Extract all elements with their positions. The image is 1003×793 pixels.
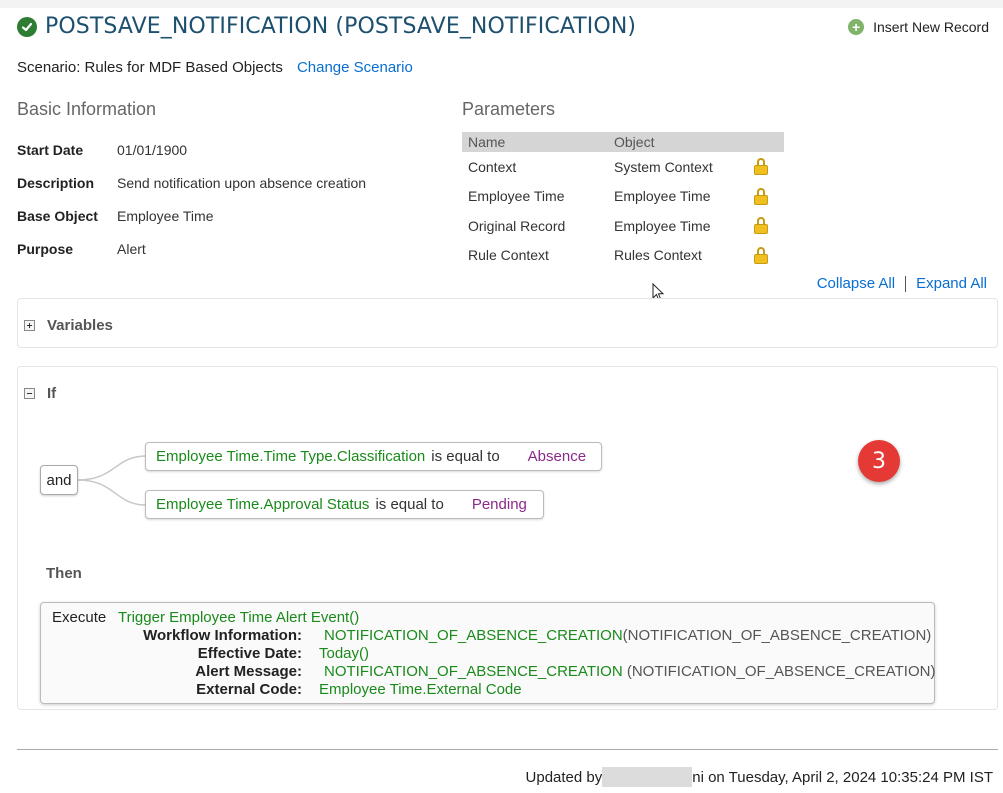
param-value[interactable]: NOTIFICATION_OF_ABSENCE_CREATION [324, 627, 623, 644]
condition-row[interactable]: Employee Time.Approval Status is equal t… [145, 490, 544, 519]
param-value-line: Employee Time.External Code [319, 681, 522, 698]
condition-row[interactable]: Employee Time.Time Type.Classification i… [145, 442, 602, 471]
step-badge: 3 [858, 440, 900, 482]
condition-value[interactable]: Absence [528, 448, 586, 465]
param-key: External Code: [196, 681, 302, 698]
condition-operator[interactable]: is equal to [375, 496, 443, 513]
execute-label: Execute [52, 609, 107, 626]
last-updated-info: Updated by ni on Tuesday, April 2, 2024 … [526, 767, 993, 787]
condition-field[interactable]: Employee Time.Approval Status [156, 496, 369, 513]
execute-action-box[interactable]: Execute Trigger Employee Time Alert Even… [40, 602, 935, 704]
param-key: Effective Date: [197, 645, 302, 662]
param-key: Workflow Information: [143, 627, 302, 644]
condition-field[interactable]: Employee Time.Time Type.Classification [156, 448, 425, 465]
condition-operator[interactable]: is equal to [431, 448, 499, 465]
redacted-user [602, 767, 693, 787]
footer-divider [17, 749, 998, 750]
action-name[interactable]: Trigger Employee Time Alert Event() [118, 609, 359, 626]
updated-by-suffix: ni on Tuesday, April 2, 2024 10:35:24 PM… [692, 768, 993, 786]
param-value[interactable]: NOTIFICATION_OF_ABSENCE_CREATION [324, 663, 623, 680]
param-suffix: (NOTIFICATION_OF_ABSENCE_CREATION) [622, 627, 932, 644]
param-value[interactable]: Employee Time.External Code [319, 681, 522, 698]
param-value[interactable]: Today() [319, 645, 369, 662]
condition-value[interactable]: Pending [472, 496, 527, 513]
param-value-line: Today() [319, 645, 369, 662]
updated-by-prefix: Updated by [525, 768, 603, 786]
then-label: Then [46, 565, 82, 582]
param-value-line: NOTIFICATION_OF_ABSENCE_CREATION(NOTIFIC… [324, 627, 931, 644]
and-connector[interactable]: and [40, 465, 78, 495]
param-key: Alert Message: [195, 663, 302, 680]
param-value-line: NOTIFICATION_OF_ABSENCE_CREATION (NOTIFI… [324, 663, 935, 680]
param-suffix: (NOTIFICATION_OF_ABSENCE_CREATION) [622, 663, 936, 680]
